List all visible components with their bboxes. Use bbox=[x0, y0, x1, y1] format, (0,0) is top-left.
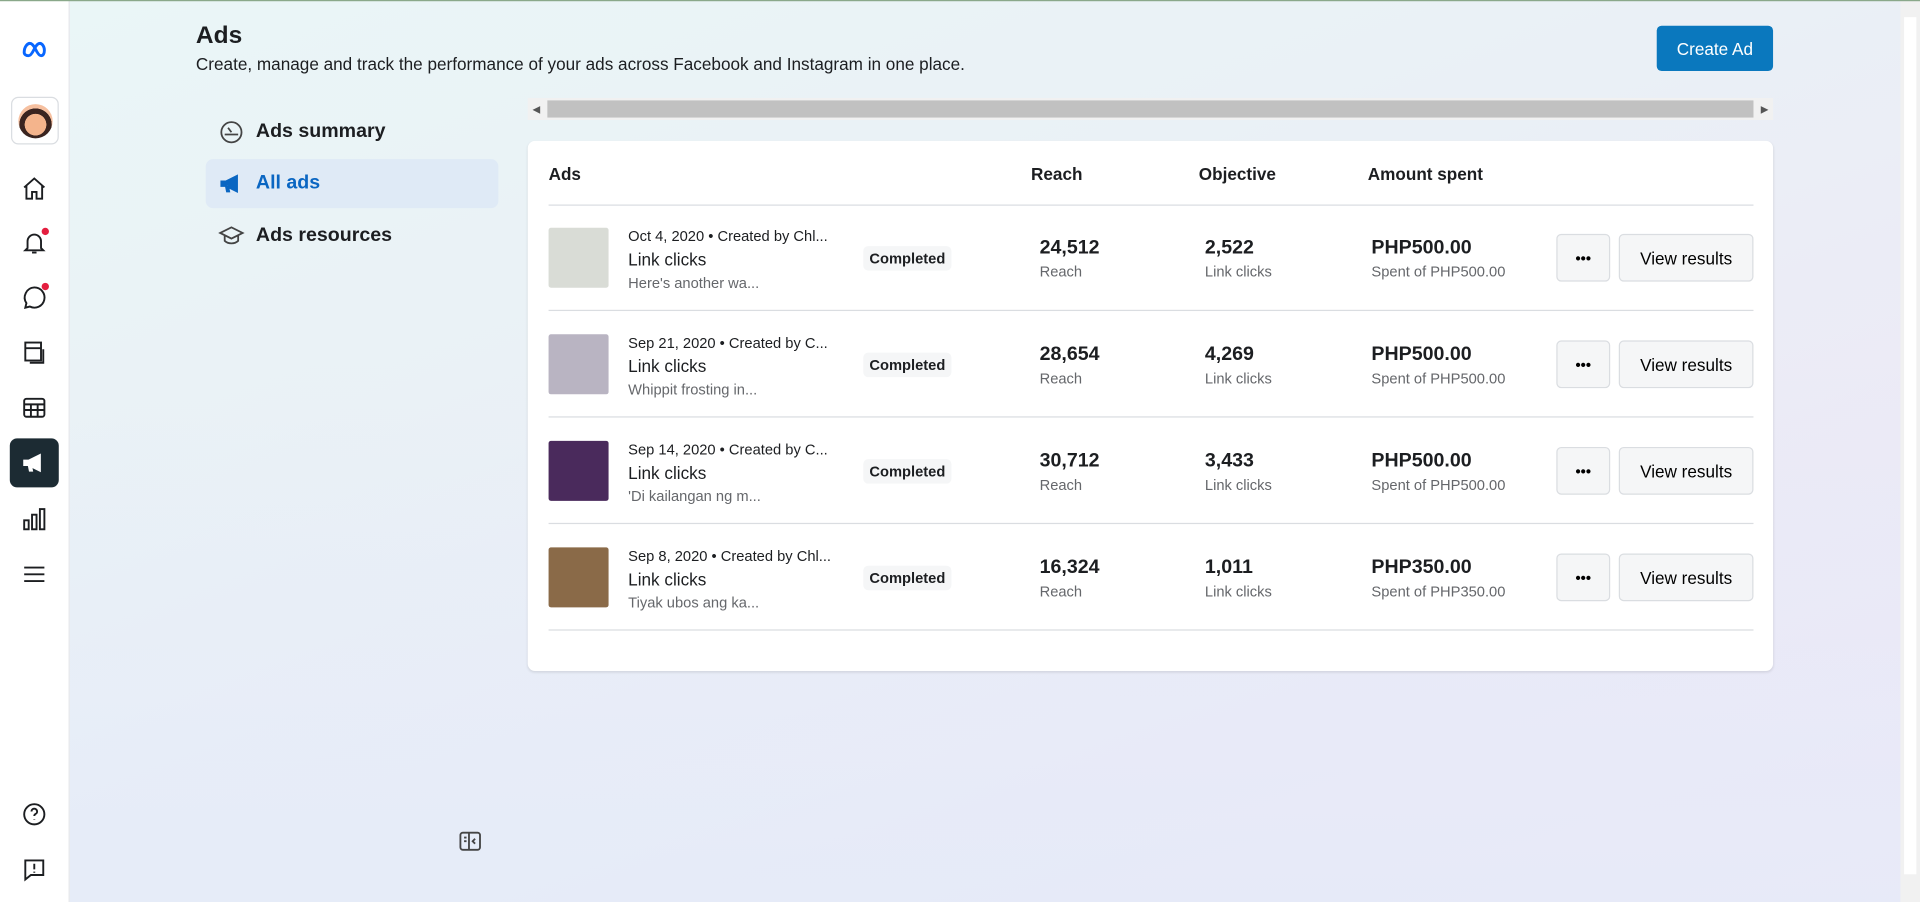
create-ad-button[interactable]: Create Ad bbox=[1656, 25, 1774, 72]
created-by: Created by Chl... bbox=[717, 227, 828, 245]
results-value: 2,522 bbox=[1204, 237, 1254, 259]
ad-objective[interactable]: Link clicks bbox=[628, 356, 706, 376]
created-by: Created by Chl... bbox=[720, 547, 832, 565]
help-icon[interactable] bbox=[10, 790, 59, 839]
left-rail bbox=[0, 0, 70, 902]
reach-label: Reach bbox=[1039, 369, 1083, 387]
budget-label: Spent of PHP500.00 bbox=[1371, 263, 1506, 281]
meta-logo-icon[interactable] bbox=[10, 24, 59, 73]
nav-ads-summary[interactable]: Ads summary bbox=[206, 108, 499, 157]
pages-icon[interactable] bbox=[10, 328, 59, 377]
column-header-reach[interactable]: Reach bbox=[1031, 164, 1082, 184]
created-by: Created by C... bbox=[728, 440, 828, 458]
results-value: 3,433 bbox=[1204, 450, 1254, 472]
ad-thumbnail[interactable] bbox=[548, 547, 609, 608]
results-label: Link clicks bbox=[1204, 369, 1272, 387]
column-header-objective[interactable]: Objective bbox=[1199, 164, 1276, 184]
results-label: Link clicks bbox=[1204, 476, 1272, 494]
home-icon[interactable] bbox=[10, 164, 59, 213]
page-subtitle: Create, manage and track the performance… bbox=[195, 53, 965, 74]
messages-icon[interactable] bbox=[10, 273, 59, 322]
collapse-panel-icon[interactable] bbox=[458, 829, 482, 853]
view-results-button[interactable]: View results bbox=[1618, 553, 1754, 602]
budget-label: Spent of PHP350.00 bbox=[1371, 582, 1506, 601]
date-text: Sep 14, 2020 bbox=[628, 440, 716, 458]
date-text: Sep 21, 2020 bbox=[628, 334, 716, 352]
more-options-button[interactable]: ••• bbox=[1556, 446, 1611, 495]
view-results-button[interactable]: View results bbox=[1618, 340, 1754, 389]
ad-description: Whippit frosting in... bbox=[628, 380, 758, 398]
status-badge: Completed bbox=[863, 565, 952, 591]
reach-label: Reach bbox=[1039, 263, 1083, 281]
ad-description: 'Di kailangan ng m... bbox=[628, 487, 761, 505]
menu-icon[interactable] bbox=[10, 550, 59, 599]
amount-spent: PHP500.00 bbox=[1371, 344, 1472, 365]
status-badge: Completed bbox=[863, 459, 952, 484]
ad-description: Here's another wa... bbox=[628, 274, 760, 292]
amount-spent: PHP500.00 bbox=[1371, 450, 1472, 472]
table-row[interactable]: Oct 4, 2020 • Created by Chl... Link cli… bbox=[548, 204, 1754, 312]
avatar[interactable] bbox=[11, 96, 59, 145]
ad-description: Tiyak ubos ang ka... bbox=[628, 593, 760, 612]
ads-table: Ads Reach Objective Amount spent Oct 4, … bbox=[527, 140, 1774, 672]
ad-date: Oct 4, 2020 • Created by Chl... bbox=[628, 227, 828, 245]
nav-ads-resources[interactable]: Ads resources bbox=[206, 212, 499, 261]
ad-date: Sep 14, 2020 • Created by C... bbox=[628, 440, 828, 458]
nav-all-ads[interactable]: All ads bbox=[205, 159, 499, 209]
ad-date: Sep 21, 2020 • Created by C... bbox=[628, 334, 828, 352]
planner-icon[interactable] bbox=[10, 383, 59, 432]
created-by: Created by C... bbox=[728, 334, 828, 352]
budget-label: Spent of PHP500.00 bbox=[1371, 476, 1506, 494]
table-row[interactable]: Sep 14, 2020 • Created by C... Link clic… bbox=[548, 418, 1754, 525]
results-label: Link clicks bbox=[1204, 263, 1272, 281]
megaphone-icon bbox=[220, 174, 238, 193]
page-title: Ads bbox=[195, 22, 243, 49]
results-value: 4,269 bbox=[1204, 344, 1254, 365]
more-options-button[interactable]: ••• bbox=[1556, 553, 1611, 602]
table-row[interactable]: Sep 21, 2020 • Created by C... Link clic… bbox=[548, 311, 1754, 418]
ad-objective[interactable]: Link clicks bbox=[628, 250, 706, 270]
view-results-button[interactable]: View results bbox=[1618, 446, 1754, 495]
column-header-ads: Ads bbox=[548, 164, 581, 184]
status-badge: Completed bbox=[863, 352, 952, 378]
amount-spent: PHP500.00 bbox=[1371, 237, 1472, 259]
ad-objective[interactable]: Link clicks bbox=[628, 569, 706, 589]
more-options-button[interactable]: ••• bbox=[1556, 340, 1611, 389]
graduation-cap-icon bbox=[218, 226, 245, 245]
status-badge: Completed bbox=[863, 246, 952, 271]
view-results-button[interactable]: View results bbox=[1618, 233, 1754, 282]
gauge-icon bbox=[220, 121, 243, 144]
reach-value: 16,324 bbox=[1039, 557, 1100, 578]
insights-chart-icon[interactable] bbox=[10, 495, 59, 544]
top-border bbox=[0, 0, 1920, 2]
horizontal-scrollbar[interactable]: ◀ ▶ bbox=[527, 97, 1774, 121]
main-content: Ads Create, manage and track the perform… bbox=[0, 0, 1900, 902]
feedback-icon[interactable] bbox=[10, 845, 59, 894]
notifications-icon[interactable] bbox=[10, 218, 59, 267]
results-label: Link clicks bbox=[1204, 582, 1272, 601]
date-text: Oct 4, 2020 bbox=[628, 227, 705, 245]
ad-date: Sep 8, 2020 • Created by Chl... bbox=[628, 547, 832, 565]
column-header-amount-spent[interactable]: Amount spent bbox=[1368, 164, 1483, 184]
date-text: Sep 8, 2020 bbox=[628, 547, 708, 565]
results-value: 1,011 bbox=[1204, 557, 1253, 578]
reach-value: 30,712 bbox=[1039, 450, 1100, 472]
ad-thumbnail[interactable] bbox=[548, 334, 609, 395]
amount-spent: PHP350.00 bbox=[1371, 557, 1472, 578]
budget-label: Spent of PHP500.00 bbox=[1371, 369, 1506, 387]
ad-thumbnail[interactable] bbox=[548, 227, 609, 288]
reach-label: Reach bbox=[1039, 476, 1083, 494]
ad-objective[interactable]: Link clicks bbox=[628, 463, 706, 483]
reach-value: 28,654 bbox=[1039, 344, 1100, 365]
more-options-button[interactable]: ••• bbox=[1556, 233, 1611, 282]
ad-thumbnail[interactable] bbox=[548, 440, 609, 501]
ads-megaphone-icon[interactable] bbox=[9, 438, 59, 488]
vertical-scrollbar[interactable] bbox=[1900, 0, 1920, 902]
table-row[interactable]: Sep 8, 2020 • Created by Chl... Link cli… bbox=[548, 524, 1754, 631]
reach-label: Reach bbox=[1039, 582, 1083, 601]
reach-value: 24,512 bbox=[1039, 237, 1100, 259]
